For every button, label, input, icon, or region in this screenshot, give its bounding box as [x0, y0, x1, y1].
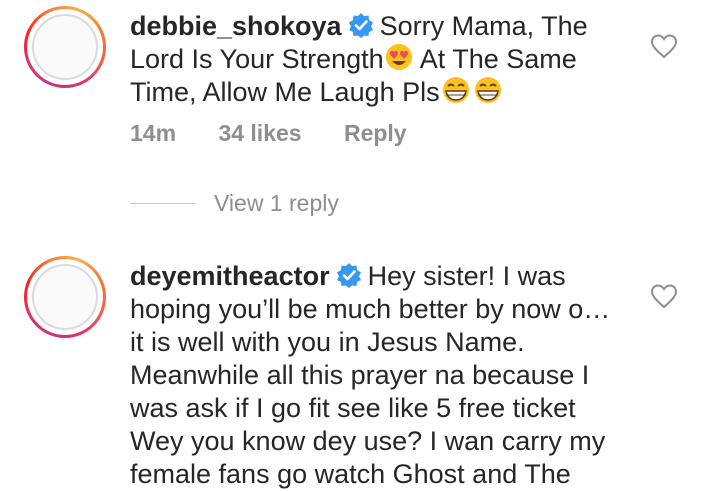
- comment-username[interactable]: deyemitheactor: [130, 261, 330, 291]
- heart-outline-icon[interactable]: [650, 283, 678, 309]
- comment-username[interactable]: debbie_shokoya: [130, 11, 342, 41]
- verified-badge-icon: [336, 263, 361, 288]
- grinning-face-icon: [442, 77, 469, 103]
- comment-time: 14m: [130, 120, 177, 146]
- comment-text: debbie_shokoya Sorry Mama, The Lord Is Yo…: [130, 10, 630, 109]
- view-replies-label[interactable]: View 1 reply: [214, 190, 339, 217]
- likes-count[interactable]: 34 likes: [218, 120, 301, 146]
- smiling-face-with-heart-eyes-icon: [385, 44, 412, 70]
- grinning-face-icon: [474, 77, 501, 103]
- view-replies-toggle[interactable]: View 1 reply: [130, 190, 339, 217]
- comment-text: deyemitheactor Hey sister! I was hoping y…: [130, 260, 630, 491]
- comment-body: Hey sister! I was hoping you’ll be much …: [130, 261, 611, 489]
- verified-badge-icon: [348, 13, 373, 38]
- avatar[interactable]: [24, 6, 106, 88]
- heart-outline-icon[interactable]: [650, 33, 678, 59]
- comment-meta: 14m 34 likes Reply: [130, 120, 443, 147]
- reply-button[interactable]: Reply: [344, 120, 407, 146]
- divider: [130, 203, 196, 204]
- avatar[interactable]: [24, 256, 106, 338]
